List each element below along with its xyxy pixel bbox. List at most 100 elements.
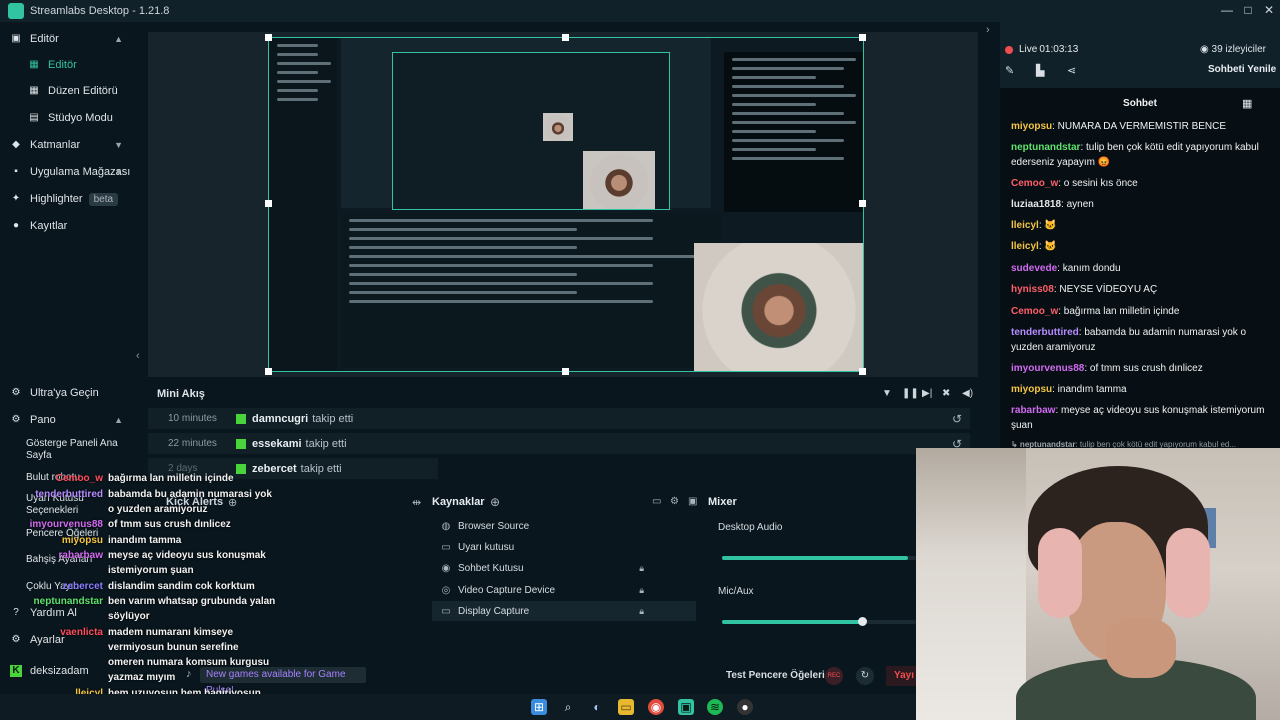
chat-username[interactable]: sudevede bbox=[1011, 263, 1057, 274]
sidebar-item-editor[interactable]: ▦ Editör bbox=[28, 54, 161, 76]
chevron-left-icon[interactable]: ‹ bbox=[136, 350, 140, 362]
windows-icon[interactable]: ⊞ bbox=[531, 699, 547, 715]
chat-username[interactable]: hyniss08 bbox=[1011, 284, 1054, 295]
sidebar-item-dashboard[interactable]: ⚙ Pano ▲ bbox=[10, 409, 143, 431]
chat-message: lleicyl: 🐱 bbox=[1011, 239, 1271, 254]
resize-handle[interactable] bbox=[562, 368, 569, 375]
source-item[interactable]: ▭ Uyarı kutusu bbox=[432, 537, 696, 557]
chat-settings-icon[interactable]: ▦ bbox=[1242, 97, 1252, 110]
sidebar-item-layout-editor[interactable]: ▦ Düzen Editörü bbox=[28, 80, 161, 102]
chat-username[interactable]: Cemoo_w bbox=[1011, 178, 1058, 189]
share-icon[interactable]: ⋖ bbox=[1067, 64, 1076, 77]
source-item[interactable]: ◍ Browser Source bbox=[432, 516, 696, 536]
chat-text: : kanım dondu bbox=[1057, 263, 1121, 274]
chat-username[interactable]: miyopsu bbox=[1011, 384, 1052, 395]
mini-feed-title: Mini Akış bbox=[157, 388, 205, 400]
settings-icon[interactable]: ⚙ bbox=[670, 496, 679, 507]
recording-settings-icon[interactable]: ▙ bbox=[1036, 64, 1044, 77]
sidebar-item-recordings[interactable]: ● Kayıtlar bbox=[10, 215, 143, 237]
sidebar-item-ultra[interactable]: ⚙ Ultra'ya Geçin bbox=[10, 382, 143, 404]
refresh-chat-button[interactable]: Sohbeti Yenile bbox=[1208, 64, 1276, 75]
chat-username[interactable]: imyourvenus88 bbox=[1011, 363, 1084, 374]
webcam-feed bbox=[916, 448, 1280, 720]
mute-icon[interactable]: ✖ bbox=[942, 388, 950, 399]
overlay-chat-username: Cemoo_w bbox=[55, 473, 103, 484]
title-bar: Streamlabs Desktop - 1.21.8 bbox=[0, 0, 1280, 22]
lock-icon[interactable]: 🔒︎ bbox=[639, 585, 644, 596]
chrome-icon[interactable]: ◉ bbox=[648, 699, 664, 715]
lock-icon[interactable]: 🔒︎ bbox=[639, 606, 644, 617]
streamlabs-icon[interactable]: ▣ bbox=[678, 699, 694, 715]
replay-icon[interactable]: ↻ bbox=[856, 667, 874, 685]
resize-handle[interactable] bbox=[859, 368, 866, 375]
volume-fill bbox=[722, 556, 909, 560]
overlay-chat-text: omeren numara komsum kurgusu bbox=[108, 657, 270, 668]
sidebar-item-app-store[interactable]: ▪ Uygulama Mağazası ▼ bbox=[10, 161, 143, 183]
sidebar-item-editor-group[interactable]: ▣ Editör ▲ bbox=[10, 28, 143, 50]
add-folder-icon[interactable]: ▣ bbox=[688, 496, 697, 507]
overlay-chat-username: zebercet bbox=[62, 581, 103, 592]
search-icon[interactable]: ⌕ bbox=[560, 699, 576, 715]
skip-icon[interactable]: ▶| bbox=[922, 388, 932, 399]
sidebar-item-dashboard-home[interactable]: Gösterge Paneli Ana Sayfa bbox=[26, 436, 126, 464]
pause-icon[interactable]: ❚❚ bbox=[902, 388, 919, 399]
close-button[interactable]: ✕ bbox=[1262, 3, 1276, 17]
source-item[interactable]: ◉ Sohbet Kutusu 🔒︎ bbox=[432, 558, 696, 578]
folder-icon[interactable]: ▭ bbox=[618, 699, 634, 715]
sidebar-item-label: Ultra'ya Geçin bbox=[30, 387, 99, 399]
stream-preview[interactable] bbox=[268, 37, 864, 372]
overlay-chat-text: o yuzden aramiyoruz bbox=[108, 504, 208, 515]
resize-handle[interactable] bbox=[265, 368, 272, 375]
volume-slider-handle[interactable] bbox=[857, 617, 867, 626]
chat-username[interactable]: luziaa1818 bbox=[1011, 199, 1061, 210]
lock-icon[interactable]: 🔒︎ bbox=[639, 563, 644, 574]
source-item[interactable]: ▭ Display Capture 🔒︎ bbox=[432, 601, 696, 621]
grid-icon: ▦ bbox=[29, 59, 39, 70]
obs-icon[interactable]: ● bbox=[737, 699, 753, 715]
chat-username[interactable]: lleicyl bbox=[1011, 241, 1039, 252]
filter-icon[interactable]: ▼ bbox=[882, 388, 892, 399]
live-dot-icon bbox=[1005, 45, 1013, 54]
chat-message: rabarbaw: meyse aç videoyu sus konuşmak … bbox=[1011, 403, 1271, 433]
chat-username[interactable]: neptunandstar bbox=[1011, 142, 1080, 153]
sidebar-item-studio-mode[interactable]: ▤ Stüdyo Modu bbox=[28, 107, 161, 129]
chat-username[interactable]: Cemoo_w bbox=[1011, 306, 1058, 317]
overlay-chat-text: babamda bu adamin numarasi yok bbox=[108, 489, 272, 500]
test-widgets-button[interactable]: Test Pencere Öğeleri bbox=[726, 670, 825, 681]
minimize-button[interactable]: — bbox=[1220, 3, 1234, 17]
live-label: Live bbox=[1019, 44, 1038, 55]
volume-track[interactable] bbox=[722, 556, 916, 560]
go-live-button[interactable]: Yayı bbox=[886, 666, 920, 686]
repeat-icon[interactable]: ↺ bbox=[952, 412, 962, 426]
record-button[interactable]: REC bbox=[825, 667, 843, 685]
chat-text: : 🐱 bbox=[1038, 220, 1057, 231]
resize-handle[interactable] bbox=[859, 34, 866, 41]
maximize-button[interactable]: □ bbox=[1241, 3, 1255, 17]
sidebar-item-layers[interactable]: ◆ Katmanlar ▼ bbox=[10, 134, 143, 156]
chat-text: : o sesini kıs önce bbox=[1058, 178, 1138, 189]
folder-icon[interactable]: ▭ bbox=[652, 496, 661, 507]
volume-track[interactable] bbox=[722, 620, 916, 624]
resize-handle[interactable] bbox=[265, 34, 272, 41]
resize-handle[interactable] bbox=[562, 34, 569, 41]
spotify-icon[interactable]: ≋ bbox=[707, 699, 723, 715]
edit-icon[interactable]: ✎ bbox=[1005, 64, 1014, 77]
event-action: takip etti bbox=[312, 412, 354, 425]
chat-icon: ◉ bbox=[441, 562, 451, 574]
overlay-chat-text: dislandim sandim cok korktum bbox=[108, 581, 255, 592]
columns-icon[interactable]: ⇹ bbox=[412, 496, 421, 509]
chat-username[interactable]: rabarbaw bbox=[1011, 405, 1055, 416]
add-source-icon[interactable]: ⊕ bbox=[490, 495, 500, 509]
chat-username[interactable]: miyopsu bbox=[1011, 121, 1052, 132]
source-item[interactable]: ◎ Video Capture Device 🔒︎ bbox=[432, 580, 696, 600]
chevron-right-icon[interactable]: › bbox=[986, 24, 990, 36]
chat-username[interactable]: lleicyl bbox=[1011, 220, 1039, 231]
chat-username[interactable]: tenderbuttired bbox=[1011, 327, 1079, 338]
steam-icon[interactable]: ◐ bbox=[589, 699, 605, 715]
overlay-chat-text: istemiyorum şuan bbox=[108, 565, 194, 576]
resize-handle[interactable] bbox=[859, 200, 866, 207]
volume-icon[interactable]: ◀) bbox=[962, 388, 973, 399]
sidebar-item-highlighter[interactable]: ✦ Highlighter beta bbox=[10, 188, 143, 210]
resize-handle[interactable] bbox=[265, 200, 272, 207]
sources-title: Kaynaklar bbox=[432, 496, 485, 508]
